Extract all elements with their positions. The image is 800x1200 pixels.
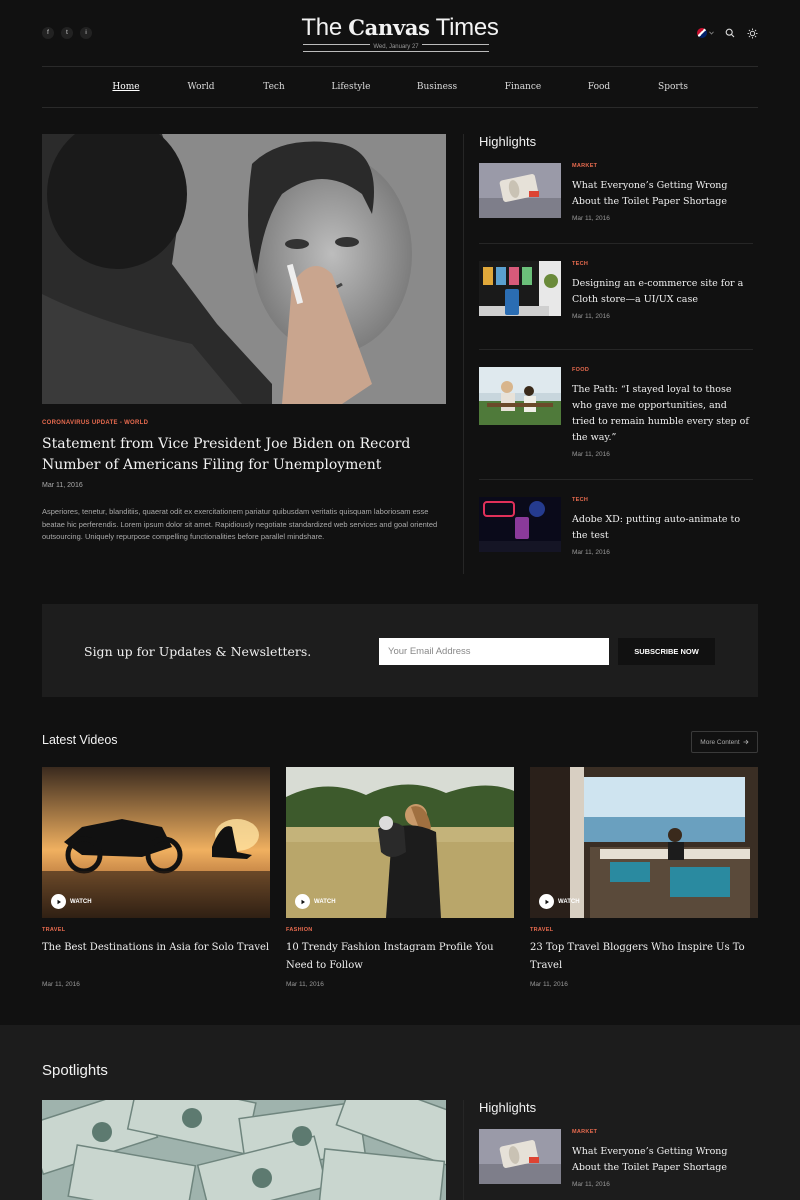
highlights-title: Highlights <box>479 134 537 149</box>
nav-item-food[interactable]: Food <box>588 82 610 92</box>
chevron-down-icon <box>709 31 714 35</box>
highlight-date: Mar 11, 2016 <box>572 451 610 458</box>
hero-date: Mar 11, 2016 <box>42 482 83 489</box>
highlight-date: Mar 11, 2016 <box>572 215 610 222</box>
sun-icon[interactable] <box>746 27 758 39</box>
highlight-date: Mar 11, 2016 <box>572 313 610 320</box>
header-tools <box>697 27 758 39</box>
video-category[interactable]: FASHION <box>286 927 313 933</box>
search-icon[interactable] <box>724 27 736 39</box>
nav-item-home[interactable]: Home <box>112 82 139 92</box>
nav-item-sports[interactable]: Sports <box>658 82 688 92</box>
highlight-category[interactable]: MARKET <box>572 1129 597 1135</box>
hero-title[interactable]: Statement from Vice President Joe Biden … <box>42 434 442 476</box>
video-date: Mar 11, 2016 <box>530 981 568 988</box>
watch-label: WATCH <box>558 898 580 905</box>
highlight-divider <box>479 479 753 480</box>
play-icon <box>51 894 66 909</box>
highlight-item[interactable]: TECH Designing an e-commerce site for a … <box>479 261 753 349</box>
highlight-item[interactable]: MARKET What Everyone’s Getting Wrong Abo… <box>479 1129 753 1200</box>
newsletter-title: Sign up for Updates & Newsletters. <box>84 644 312 659</box>
watch-button[interactable]: WATCH <box>539 894 580 909</box>
flag-uk-icon <box>697 28 707 38</box>
more-content-label: More Content <box>700 738 740 746</box>
highlight-category[interactable]: MARKET <box>572 163 597 169</box>
video-thumbnail[interactable]: WATCH <box>42 767 270 918</box>
email-input[interactable] <box>379 638 609 665</box>
video-title[interactable]: 23 Top Travel Bloggers Who Inspire Us To… <box>530 939 758 975</box>
highlight-title[interactable]: The Path: “I stayed loyal to those who g… <box>572 382 752 446</box>
site-logo[interactable]: The Canvas Times <box>0 14 800 42</box>
highlight-title[interactable]: What Everyone’s Getting Wrong About the … <box>572 178 752 210</box>
highlight-thumbnail[interactable] <box>479 261 561 316</box>
play-icon <box>539 894 554 909</box>
header-date-wrap: Wed, January 27 <box>303 44 489 50</box>
video-thumbnail[interactable]: WATCH <box>286 767 514 918</box>
hero-category[interactable]: CORONAVIRUS UPDATE - WORLD <box>42 420 148 426</box>
spotlights-highlights-title: Highlights <box>479 1100 537 1115</box>
header-date: Wed, January 27 <box>370 44 422 50</box>
highlight-item[interactable]: FOOD The Path: “I stayed loyal to those … <box>479 367 753 479</box>
highlight-title[interactable]: Adobe XD: putting auto-animate to the te… <box>572 512 752 544</box>
video-category[interactable]: TRAVEL <box>530 927 553 933</box>
logo-bold: Canvas <box>348 15 430 40</box>
highlight-item[interactable]: MARKET What Everyone’s Getting Wrong Abo… <box>479 163 753 243</box>
highlight-title[interactable]: What Everyone’s Getting Wrong About the … <box>572 1144 752 1176</box>
subscribe-button[interactable]: SUBSCRIBE NOW <box>618 638 715 665</box>
video-title[interactable]: 10 Trendy Fashion Instagram Profile You … <box>286 939 514 975</box>
video-title[interactable]: The Best Destinations in Asia for Solo T… <box>42 939 270 957</box>
arrow-right-icon <box>743 739 749 745</box>
highlight-category[interactable]: FOOD <box>572 367 589 373</box>
watch-button[interactable]: WATCH <box>51 894 92 909</box>
spotlights-title: Spotlights <box>42 1062 108 1079</box>
newsletter-box: Sign up for Updates & Newsletters. SUBSC… <box>42 604 758 697</box>
logo-prefix: The <box>301 14 342 41</box>
nav-item-business[interactable]: Business <box>417 82 457 92</box>
latest-videos-title: Latest Videos <box>42 733 118 747</box>
highlight-date: Mar 11, 2016 <box>572 1181 610 1188</box>
watch-label: WATCH <box>314 898 336 905</box>
nav-item-lifestyle[interactable]: Lifestyle <box>331 82 370 92</box>
watch-label: WATCH <box>70 898 92 905</box>
nav-item-tech[interactable]: Tech <box>263 82 284 92</box>
highlight-item[interactable]: TECH Adobe XD: putting auto-animate to t… <box>479 497 753 567</box>
logo-suffix: Times <box>435 14 499 41</box>
video-date: Mar 11, 2016 <box>42 981 80 988</box>
column-divider <box>463 134 464 574</box>
spotlight-image[interactable] <box>42 1100 446 1200</box>
highlight-category[interactable]: TECH <box>572 497 588 503</box>
hero-image[interactable] <box>42 134 446 404</box>
video-date: Mar 11, 2016 <box>286 981 324 988</box>
nav-item-world[interactable]: World <box>188 82 215 92</box>
column-divider <box>463 1100 464 1200</box>
play-icon <box>295 894 310 909</box>
hero-excerpt: Asperiores, tenetur, blanditiis, quaerat… <box>42 507 438 541</box>
highlight-date: Mar 11, 2016 <box>572 549 610 556</box>
highlight-thumbnail[interactable] <box>479 163 561 218</box>
language-switcher[interactable] <box>697 28 714 38</box>
highlight-thumbnail[interactable] <box>479 367 561 425</box>
more-content-button[interactable]: More Content <box>691 731 758 753</box>
main-nav: Home World Tech Lifestyle Business Finan… <box>42 66 758 108</box>
site-header: f t i The Canvas Times Wed, January 27 <box>0 0 800 66</box>
watch-button[interactable]: WATCH <box>295 894 336 909</box>
highlight-divider <box>479 243 753 244</box>
video-thumbnail[interactable]: WATCH <box>530 767 758 918</box>
highlight-title[interactable]: Designing an e-commerce site for a Cloth… <box>572 276 752 308</box>
highlight-divider <box>479 349 753 350</box>
highlight-category[interactable]: TECH <box>572 261 588 267</box>
highlight-thumbnail[interactable] <box>479 497 561 552</box>
highlight-thumbnail[interactable] <box>479 1129 561 1184</box>
video-category[interactable]: TRAVEL <box>42 927 65 933</box>
nav-item-finance[interactable]: Finance <box>505 82 541 92</box>
